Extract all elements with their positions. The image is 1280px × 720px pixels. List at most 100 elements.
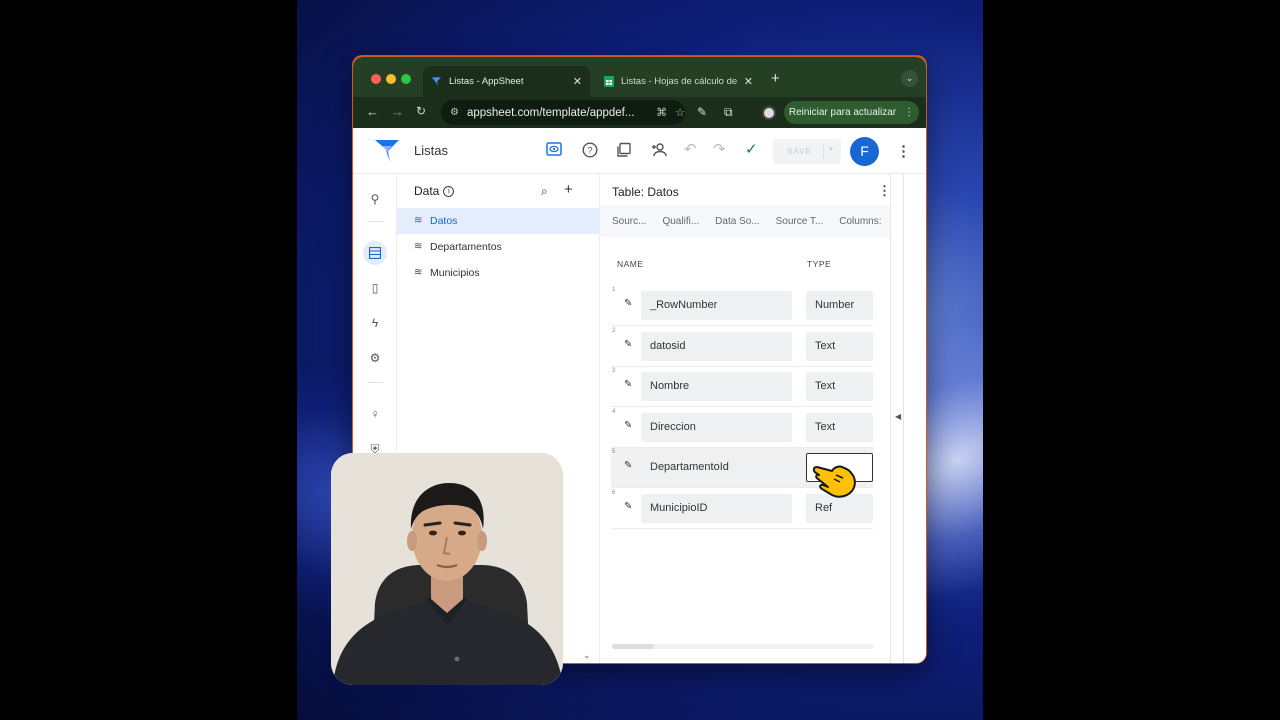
sheets-favicon-icon [603, 76, 614, 87]
table-item-datos[interactable]: ≋ Datos [397, 208, 600, 234]
translate-icon[interactable]: ⌘ [656, 106, 667, 119]
row-number: 2 [612, 328, 616, 334]
eyedropper-icon[interactable]: ✎ [697, 105, 707, 119]
edit-pencil-icon[interactable]: ✎ [624, 339, 632, 350]
tab-close-icon[interactable]: ✕ [744, 75, 753, 88]
column-type-select[interactable]: Text [806, 372, 873, 401]
help-icon[interactable]: ? [582, 142, 598, 162]
edit-pencil-icon[interactable]: ✎ [624, 501, 632, 512]
row-number: 5 [612, 449, 616, 455]
table-label: Datos [430, 215, 458, 227]
rail-separator [367, 382, 383, 383]
tab-source[interactable]: Sourc... [612, 216, 646, 227]
share-add-person-icon[interactable] [651, 142, 668, 162]
bookmark-star-icon[interactable]: ☆ [675, 106, 685, 119]
undo-icon[interactable]: ↶ [684, 142, 697, 158]
column-type-select[interactable]: Text [806, 332, 873, 361]
column-name-field[interactable]: Nombre [641, 372, 792, 401]
horizontal-scrollbar[interactable] [612, 644, 874, 649]
tab-data-source[interactable]: Data So... [715, 216, 759, 227]
preview-eye-icon[interactable] [546, 142, 562, 160]
tab-appsheet[interactable]: Listas - AppSheet ✕ [423, 66, 590, 97]
new-tab-plus-icon[interactable]: + [771, 70, 780, 87]
expand-panel-arrow-icon[interactable]: ◀ [895, 412, 901, 421]
screen: Listas - AppSheet ✕ Listas - Hojas de cá… [0, 0, 1280, 720]
appsheet-favicon-icon [431, 76, 442, 87]
rail-overview-icon[interactable]: ⚲ [363, 187, 387, 211]
redo-icon[interactable]: ↷ [713, 142, 726, 158]
right-panel-divider [903, 174, 904, 663]
column-name-field[interactable]: datosid [641, 332, 792, 361]
table-item-municipios[interactable]: ≋ Municipios [397, 260, 600, 286]
maximize-window-button[interactable] [401, 74, 411, 84]
tab-qualifiers[interactable]: Qualifi... [662, 216, 699, 227]
more-options-icon[interactable]: ⋮ [896, 142, 911, 160]
column-name-field[interactable]: MunicipioID [641, 494, 792, 523]
rail-automation-bolt-icon[interactable]: ϟ [363, 311, 387, 335]
table-title: Table: Datos [612, 185, 679, 199]
save-button[interactable]: SAVE ▼ [773, 139, 841, 164]
minimize-window-button[interactable] [386, 74, 396, 84]
table-label: Departamentos [430, 241, 502, 253]
restart-update-button[interactable]: Reiniciar para actualizar ⋮ [784, 101, 919, 124]
save-dropdown-icon[interactable]: ▼ [828, 147, 835, 153]
appsheet-logo-icon [375, 140, 399, 162]
info-icon[interactable]: i [443, 185, 455, 197]
forward-arrow-icon[interactable]: → [391, 104, 404, 119]
tab-sheets[interactable]: Listas - Hojas de cálculo de G ✕ [595, 66, 761, 97]
copy-app-icon[interactable] [616, 142, 632, 162]
column-type-select[interactable]: Text [806, 413, 873, 442]
appsheet-header: Listas ? ↶ ↷ ✓ SAVE ▼ F ⋮ [353, 128, 926, 174]
database-icon: ≋ [414, 267, 423, 278]
column-type-select[interactable]: Number [806, 291, 873, 320]
rail-separator [367, 221, 383, 222]
address-bar[interactable]: ⚙ appsheet.com/template/appdef... ⌘ ☆ [441, 100, 685, 125]
search-icon[interactable]: ⌕ [541, 184, 548, 199]
row-number: 1 [612, 287, 616, 293]
edit-pencil-icon[interactable]: ✎ [624, 420, 632, 431]
tab-search-chevron-icon[interactable]: ⌄ [901, 70, 918, 87]
app-title: Listas [414, 143, 448, 158]
user-avatar[interactable]: F [850, 137, 879, 166]
column-name-field[interactable]: DepartamentoId [641, 453, 792, 482]
scrollbar-thumb[interactable] [612, 644, 654, 649]
site-settings-icon[interactable]: ⚙ [450, 107, 459, 118]
column-row: 2 ✎ datosid Text [611, 327, 873, 367]
tab-title: Listas - Hojas de cálculo de G [621, 76, 738, 87]
data-panel-header: Data i [414, 184, 455, 198]
right-panel-collapsed: ◀ [890, 174, 926, 663]
row-number: 6 [612, 490, 616, 496]
tab-title: Listas - AppSheet [449, 76, 524, 87]
browser-toolbar: ← → ↻ ⚙ appsheet.com/template/appdef... … [353, 97, 926, 128]
close-window-button[interactable] [371, 74, 381, 84]
tab-columns[interactable]: Columns: [839, 216, 881, 227]
check-valid-icon[interactable]: ✓ [745, 142, 758, 158]
name-column-header: NAME [617, 259, 644, 269]
editor-section-tabs: Sourc... Qualifi... Data So... Source T.… [600, 205, 890, 237]
rail-views-phone-icon[interactable]: ▯ [363, 276, 387, 300]
svg-text:?: ? [587, 146, 592, 156]
url-text: appsheet.com/template/appdef... [466, 106, 635, 119]
chevron-down-icon[interactable]: ⌄ [583, 650, 591, 661]
table-editor: Table: Datos ⋮ Sourc... Qualifi... Data … [600, 174, 891, 663]
tab-close-icon[interactable]: ✕ [573, 75, 582, 88]
reload-icon[interactable]: ↻ [416, 104, 426, 118]
edit-pencil-icon[interactable]: ✎ [624, 379, 632, 390]
edit-pencil-icon[interactable]: ✎ [624, 460, 632, 471]
table-item-departamentos[interactable]: ≋ Departamentos [397, 234, 600, 260]
type-column-header: TYPE [807, 259, 832, 269]
save-label: SAVE [787, 147, 812, 156]
column-name-field[interactable]: _RowNumber [641, 291, 792, 320]
profile-avatar-icon[interactable] [762, 106, 776, 120]
column-name-field[interactable]: Direccion [641, 413, 792, 442]
edit-pencil-icon[interactable]: ✎ [624, 298, 632, 309]
extensions-puzzle-icon[interactable]: ⧉ [724, 105, 733, 120]
rail-ideas-lightbulb-icon[interactable]: ♀ [363, 402, 387, 426]
database-icon: ≋ [414, 215, 423, 226]
database-icon: ≋ [414, 241, 423, 252]
add-table-icon[interactable]: + [564, 181, 573, 198]
rail-data-icon[interactable] [363, 241, 387, 265]
back-arrow-icon[interactable]: ← [366, 104, 379, 119]
tab-source-type[interactable]: Source T... [776, 216, 824, 227]
rail-bots-icon[interactable]: ⚙ [363, 346, 387, 370]
